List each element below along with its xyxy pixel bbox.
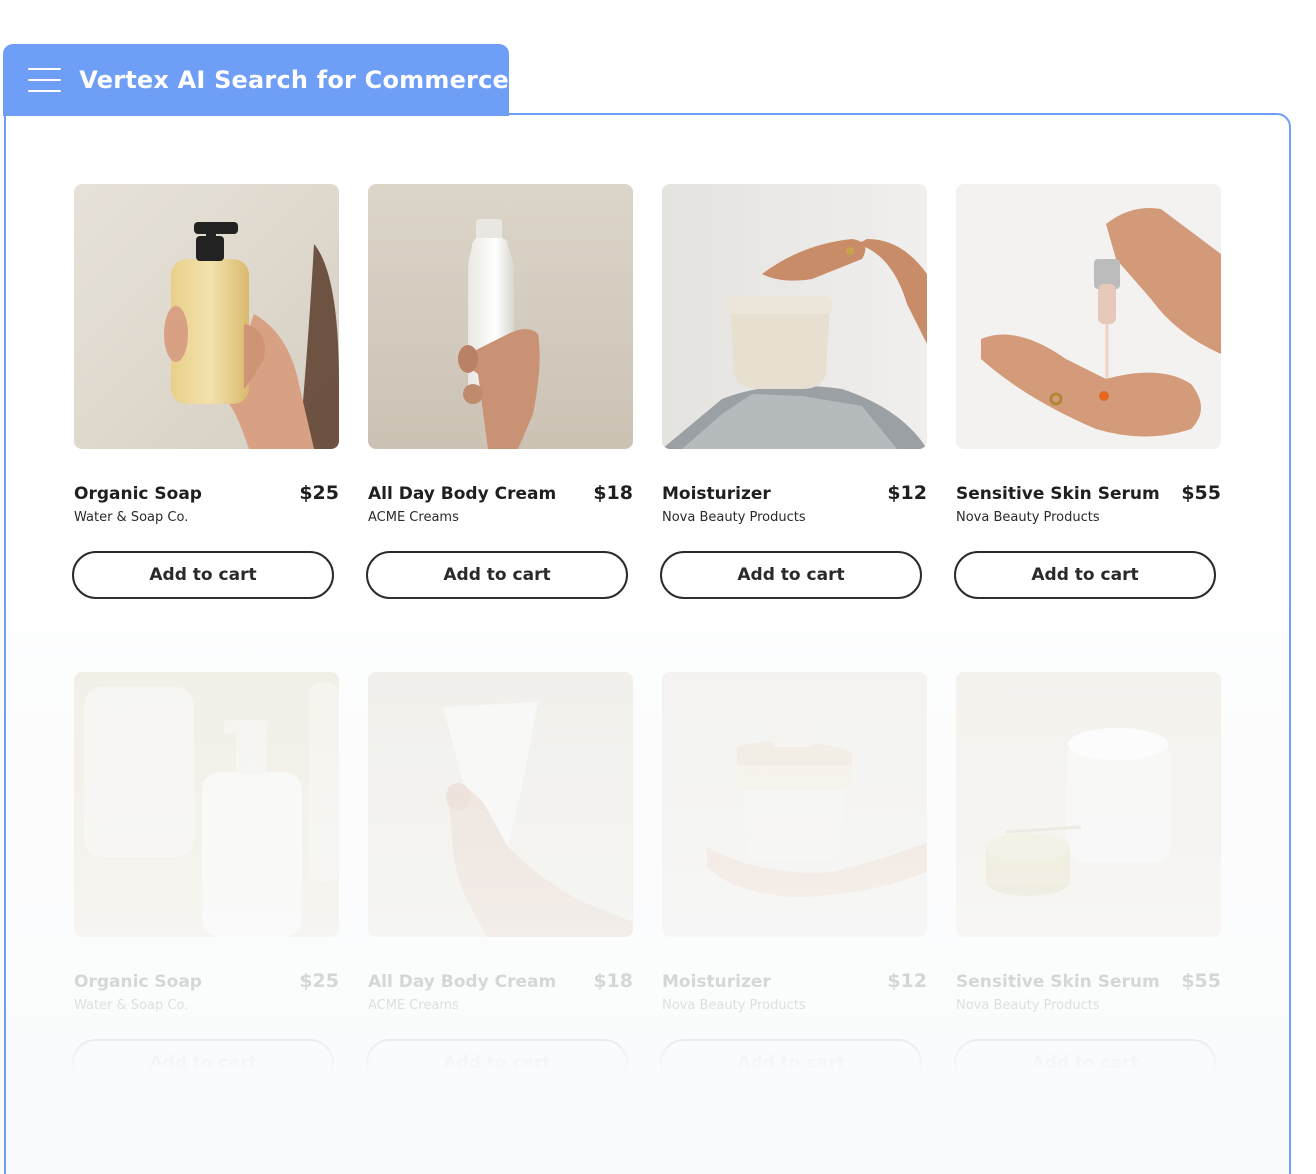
hamburger-menu-icon[interactable] [28,68,62,92]
product-brand: Nova Beauty Products [956,510,1100,525]
product-card[interactable]: All Day Body Cream $18 ACME Creams Add t… [366,184,633,672]
product-brand: Nova Beauty Products [662,998,806,1013]
add-to-cart-button[interactable]: Add to cart [660,1039,922,1087]
product-grid: Organic Soap $25 Water & Soap Co. Add to… [72,184,1234,1160]
add-to-cart-button[interactable]: Add to cart [954,1039,1216,1087]
product-price: $25 [299,482,339,504]
product-price: $18 [593,482,633,504]
add-to-cart-button[interactable]: Add to cart [366,551,628,599]
product-brand: Water & Soap Co. [74,510,189,525]
app-title: Vertex AI Search for Commerce [79,66,509,94]
product-image[interactable] [662,184,927,449]
product-card[interactable]: Moisturizer $12 Nova Beauty Products Add… [660,672,927,1160]
product-brand: Nova Beauty Products [662,510,806,525]
product-card[interactable]: Moisturizer $12 Nova Beauty Products Add… [660,184,927,672]
product-name[interactable]: All Day Body Cream [368,972,556,992]
product-card[interactable]: Sensitive Skin Serum $55 Nova Beauty Pro… [954,672,1221,1160]
product-price: $55 [1181,970,1221,992]
add-to-cart-button[interactable]: Add to cart [954,551,1216,599]
product-card[interactable]: Organic Soap $25 Water & Soap Co. Add to… [72,184,339,672]
product-card[interactable]: Sensitive Skin Serum $55 Nova Beauty Pro… [954,184,1221,672]
product-name[interactable]: Organic Soap [74,972,202,992]
product-image[interactable] [368,672,633,937]
product-name[interactable]: Moisturizer [662,972,771,992]
product-panel: Organic Soap $25 Water & Soap Co. Add to… [4,113,1291,1174]
white-bottle-image [368,184,633,449]
product-meta: All Day Body Cream $18 [368,970,633,992]
product-image[interactable] [956,672,1221,937]
add-to-cart-button[interactable]: Add to cart [660,551,922,599]
cream-tube-image [368,672,633,937]
app-frame: Vertex AI Search for Commerce Organic So… [0,0,1316,1174]
cream-jar-gold-lid-image [956,672,1221,937]
product-meta: Organic Soap $25 [74,482,339,504]
white-pump-bottles-image [74,672,339,937]
product-brand: ACME Creams [368,510,459,525]
app-header-tab: Vertex AI Search for Commerce [3,44,509,116]
product-image[interactable] [368,184,633,449]
product-price: $12 [887,482,927,504]
serum-dropper-image [956,184,1221,449]
product-brand: Water & Soap Co. [74,998,189,1013]
product-meta: Moisturizer $12 [662,970,927,992]
product-meta: All Day Body Cream $18 [368,482,633,504]
product-row: Organic Soap $25 Water & Soap Co. Add to… [72,672,1234,1160]
product-brand: ACME Creams [368,998,459,1013]
add-to-cart-button[interactable]: Add to cart [72,551,334,599]
product-name[interactable]: Sensitive Skin Serum [956,972,1160,992]
product-name[interactable]: Organic Soap [74,484,202,504]
product-image[interactable] [662,672,927,937]
product-name[interactable]: Sensitive Skin Serum [956,484,1160,504]
product-card[interactable]: Organic Soap $25 Water & Soap Co. Add to… [72,672,339,1160]
add-to-cart-button[interactable]: Add to cart [366,1039,628,1087]
product-price: $18 [593,970,633,992]
product-image[interactable] [74,184,339,449]
product-price: $55 [1181,482,1221,504]
jar-with-brush-image [662,672,927,937]
product-row: Organic Soap $25 Water & Soap Co. Add to… [72,184,1234,672]
product-name[interactable]: All Day Body Cream [368,484,556,504]
product-card[interactable]: All Day Body Cream $18 ACME Creams Add t… [366,672,633,1160]
product-price: $12 [887,970,927,992]
product-image[interactable] [74,672,339,937]
product-meta: Organic Soap $25 [74,970,339,992]
product-name[interactable]: Moisturizer [662,484,771,504]
add-to-cart-button[interactable]: Add to cart [72,1039,334,1087]
cream-jar-image [662,184,927,449]
product-meta: Moisturizer $12 [662,482,927,504]
product-brand: Nova Beauty Products [956,998,1100,1013]
product-meta: Sensitive Skin Serum $55 [956,482,1221,504]
amber-pump-bottle-image [74,184,339,449]
product-meta: Sensitive Skin Serum $55 [956,970,1221,992]
product-price: $25 [299,970,339,992]
product-image[interactable] [956,184,1221,449]
